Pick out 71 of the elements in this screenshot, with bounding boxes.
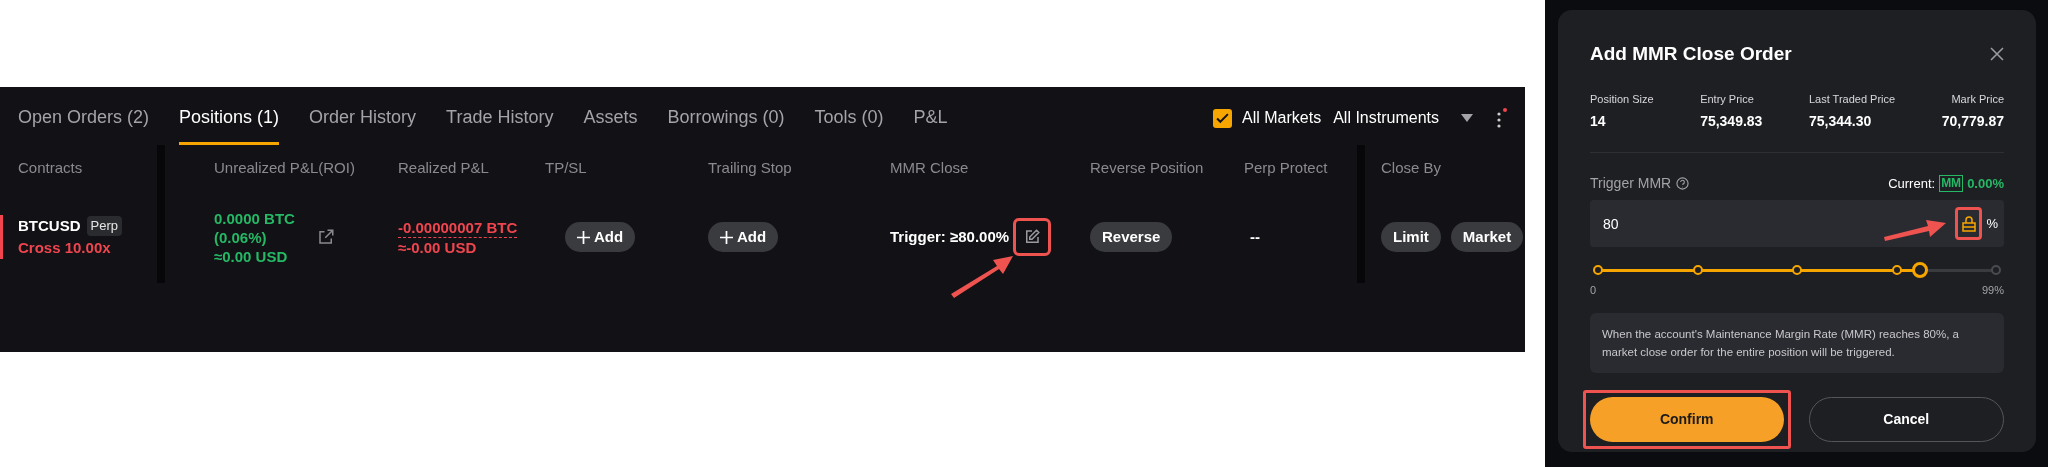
check-icon [1216, 111, 1230, 125]
tab[interactable]: P&L [913, 87, 948, 145]
edit-icon [1023, 228, 1042, 246]
plus-icon [720, 230, 733, 244]
stat-label: Position Size [1590, 91, 1654, 107]
slider-tick [1593, 265, 1603, 275]
column-header: MMR Close [890, 157, 969, 178]
realized-pnl-text: -0.00000007 BTC [398, 217, 518, 238]
tab[interactable]: Open Orders (2) [18, 87, 150, 145]
stat-value: 75,349.83 [1700, 112, 1763, 131]
stat-label: Entry Price [1700, 91, 1755, 107]
perp-protect-value: -- [1249, 226, 1260, 247]
mmr-trigger-text: Trigger: ≥80.00% [890, 226, 1010, 247]
checkbox-label: All Markets [1242, 108, 1322, 128]
share-icon[interactable] [316, 228, 335, 246]
instruments-dropdown[interactable]: All Instruments [1333, 106, 1473, 130]
column-header: TP/SL [545, 157, 587, 178]
close-icon[interactable] [1990, 47, 2004, 62]
current-value: 0.00% [1967, 174, 2004, 193]
lock-icon [1961, 215, 1976, 232]
slider-thumb[interactable] [1912, 262, 1929, 278]
tab[interactable]: Borrowings (0) [667, 87, 785, 145]
lock-button[interactable] [1955, 207, 1983, 240]
contract-symbol: BTCUSD [18, 215, 81, 236]
unit-text: % [1986, 214, 1998, 233]
column-header: Reverse Position [1090, 157, 1204, 178]
column-header: Contracts [18, 157, 83, 178]
slider-tick [1792, 265, 1802, 275]
caret-icon [1461, 114, 1473, 122]
current-label: Current: [1888, 174, 1936, 193]
stat-value: 70,779.87 [1941, 112, 2004, 131]
tab[interactable]: Tools (0) [814, 87, 884, 145]
stat-label: Mark Price [1951, 91, 2004, 107]
tab[interactable]: Trade History [446, 87, 554, 145]
slider-tick [1891, 265, 1902, 275]
margin-mode: Cross 10.00x [18, 238, 112, 258]
checkbox[interactable] [1213, 108, 1233, 128]
slider-tick [1692, 265, 1703, 275]
stat-label: Last Traded Price [1808, 91, 1896, 107]
edit-button[interactable] [1013, 218, 1052, 256]
stat-value: 14 [1590, 112, 1607, 131]
reverse-button[interactable]: Reverse [1090, 222, 1173, 252]
confirm-button[interactable]: Confirm [1590, 396, 1784, 442]
column-header: Perp Protect [1244, 157, 1328, 178]
more-icon[interactable] [1495, 107, 1509, 129]
info-note: When the account's Maintenance Margin Rate (MMR) reaches 80%, a market close order for the entire position will be triggered. [1602, 326, 1960, 360]
tab[interactable]: Assets [583, 87, 638, 145]
stat-value: 75,344.30 [1808, 112, 1873, 131]
realized-pnl-text: ≈-0.00 USD [398, 237, 478, 257]
unrealized-pnl-text: ≈0.00 USD [214, 246, 289, 266]
close-button[interactable]: Market [1450, 222, 1524, 252]
column-header: Realized P&L [398, 157, 489, 178]
column-header: Trailing Stop [708, 157, 792, 178]
tab[interactable]: Order History [309, 87, 417, 145]
add-button[interactable]: Add [565, 222, 636, 252]
column-header: Close By [1381, 157, 1442, 178]
contract-type-badge: Perp [86, 216, 122, 236]
help-icon[interactable] [1676, 177, 1690, 190]
tab[interactable]: Positions (1) [179, 87, 280, 145]
slider-min-label: 0 [1590, 283, 1597, 298]
column-header: Unrealized P&L(ROI) [214, 157, 355, 178]
field-label: Trigger MMR [1590, 174, 1672, 193]
slider-tick [1991, 265, 2001, 275]
plus-icon [577, 230, 590, 244]
mm-badge: MM [1939, 175, 1964, 192]
close-button[interactable]: Limit [1381, 222, 1441, 252]
add-button[interactable]: Add [708, 222, 779, 252]
dialog-title: Add MMR Close Order [1590, 42, 1792, 66]
unrealized-pnl-text: 0.0000 BTC [214, 208, 295, 228]
unrealized-pnl-text: (0.06%) [214, 227, 268, 247]
slider-max-label: 99% [1981, 283, 2004, 298]
